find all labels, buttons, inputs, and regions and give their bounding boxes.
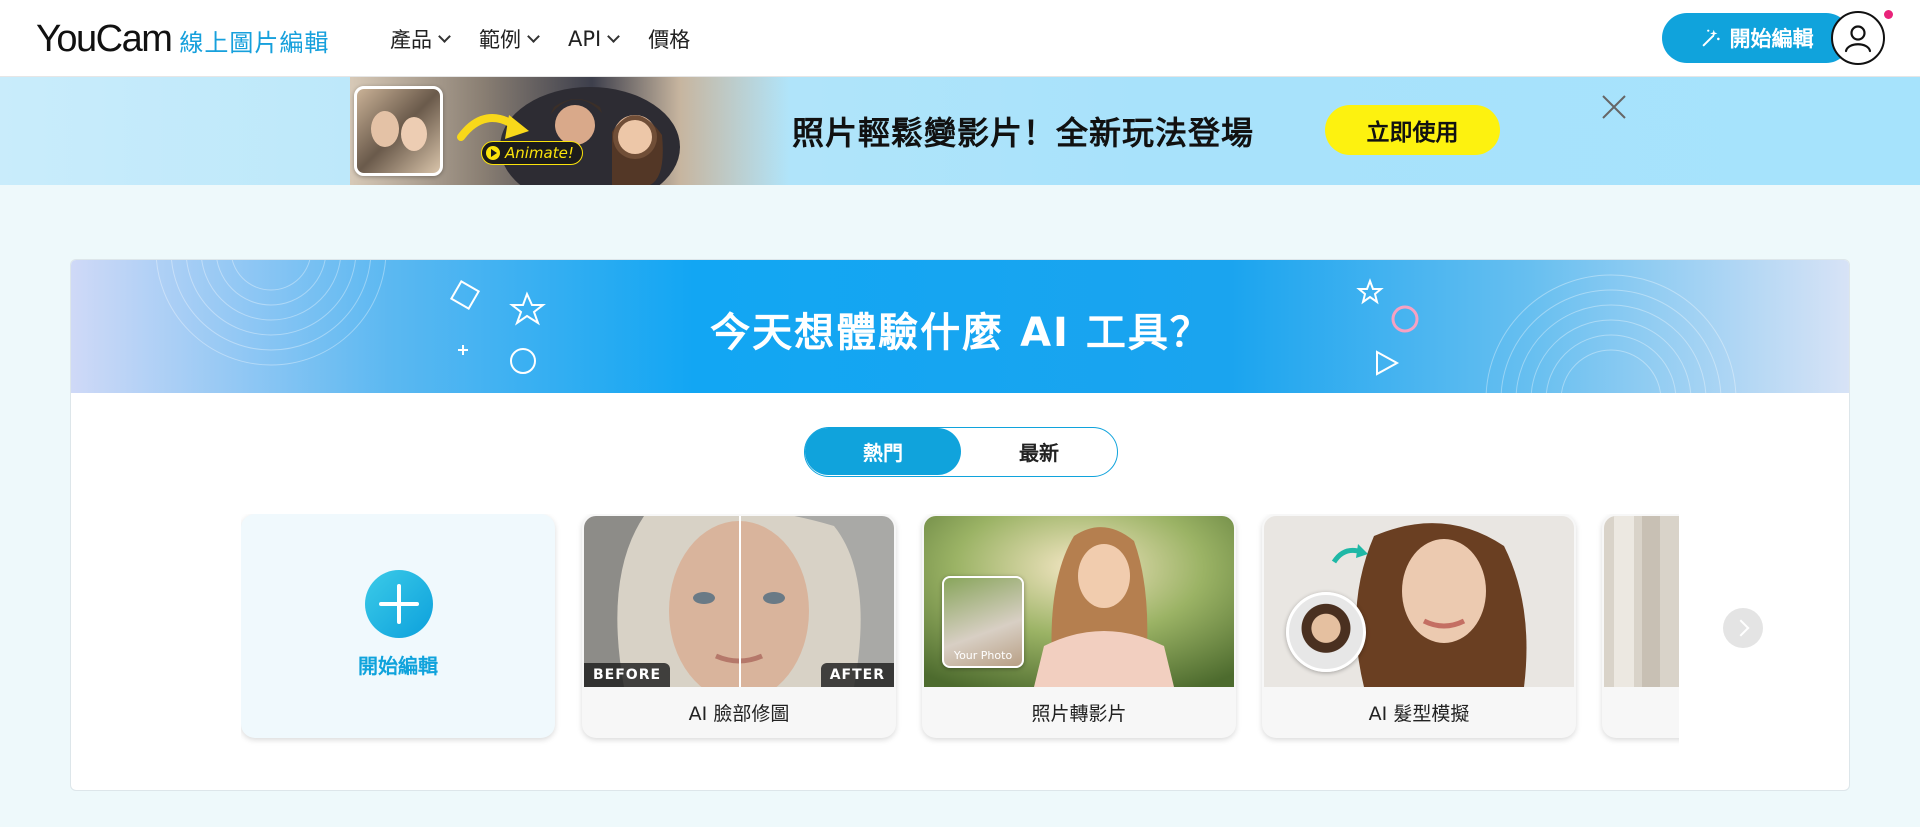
chevron-down-icon xyxy=(527,30,540,43)
tool-card-ai-hairstyle[interactable]: AI 髮型模擬 xyxy=(1262,514,1576,738)
nav-api-label: API xyxy=(568,27,602,51)
tools-hero: 今天想體驗什麼 AI 工具？ xyxy=(71,260,1849,393)
promo-banner: 照片輕鬆變影片！全新玩法登場 立即使用 xyxy=(0,77,1920,185)
promo-headline: 照片輕鬆變影片！全新玩法登場 xyxy=(792,114,1255,152)
tools-carousel: 開始編輯 BEFORE AFTER AI 臉部修圖 Your Photo 照片轉… xyxy=(241,514,1679,750)
start-editing-label: 開始編輯 xyxy=(1729,27,1814,51)
nav-products[interactable]: 產品 xyxy=(390,24,451,54)
start-editing-card[interactable]: 開始編輯 xyxy=(241,514,555,738)
before-after-divider[interactable] xyxy=(739,516,741,687)
start-editing-button[interactable]: 開始編輯 xyxy=(1662,13,1851,63)
magic-wand-icon xyxy=(1702,29,1720,47)
your-photo-label: Your Photo xyxy=(953,649,1013,662)
animate-badge-label: Animate! xyxy=(505,144,574,162)
nav-products-label: 產品 xyxy=(390,28,432,52)
tool-card-photo-to-video[interactable]: Your Photo 照片轉影片 xyxy=(922,514,1236,738)
user-icon xyxy=(1844,25,1872,53)
logo[interactable]: YouCam 線上圖片編輯 xyxy=(36,18,330,60)
play-icon xyxy=(486,146,500,160)
tool-card-ai-face-retouch[interactable]: BEFORE AFTER AI 臉部修圖 xyxy=(582,514,896,738)
animate-badge: Animate! xyxy=(481,141,583,165)
chevron-down-icon xyxy=(438,30,451,43)
tool-card-label: AI 髮型模擬 xyxy=(1368,703,1470,725)
tool-card-partial[interactable] xyxy=(1602,514,1679,738)
partial-card-image xyxy=(1604,516,1679,687)
hairstyle-image xyxy=(1264,516,1574,687)
tools-tab-toggle: 熱門 最新 xyxy=(804,427,1118,477)
nav-examples-label: 範例 xyxy=(479,28,521,52)
logo-wordmark: YouCam xyxy=(36,18,173,60)
start-editing-card-label: 開始編輯 xyxy=(358,654,438,678)
hero-title: 今天想體驗什麼 AI 工具？ xyxy=(710,310,1212,356)
photo-to-video-image: Your Photo xyxy=(924,516,1234,687)
user-avatar[interactable] xyxy=(1831,11,1885,65)
nav-pricing-label: 價格 xyxy=(648,28,691,52)
carousel-next-button[interactable] xyxy=(1723,608,1763,648)
nav-pricing[interactable]: 價格 xyxy=(648,24,690,54)
nav-examples[interactable]: 範例 xyxy=(479,24,540,54)
promo-cta-button[interactable]: 立即使用 xyxy=(1325,105,1500,155)
tab-newest[interactable]: 最新 xyxy=(961,428,1117,475)
original-face-thumbnail xyxy=(1286,592,1366,672)
tool-card-label: 照片轉影片 xyxy=(1031,703,1127,725)
nav-api[interactable]: API xyxy=(568,24,621,54)
face-retouch-image: BEFORE AFTER xyxy=(584,516,894,687)
tool-card-label: AI 臉部修圖 xyxy=(688,703,790,725)
close-icon[interactable] xyxy=(1600,93,1628,121)
ai-tools-panel: 今天想體驗什麼 AI 工具？ 熱門 最新 開始編輯 BEFORE AFTER A… xyxy=(70,259,1850,791)
chevron-down-icon xyxy=(607,30,621,43)
notification-dot xyxy=(1884,10,1893,19)
plus-icon xyxy=(365,570,433,638)
promo-thumbnail xyxy=(354,86,443,176)
your-photo-thumbnail: Your Photo xyxy=(942,576,1024,668)
after-badge: AFTER xyxy=(820,663,894,687)
logo-subtitle: 線上圖片編輯 xyxy=(179,29,330,57)
main-nav: 產品 範例 API 價格 xyxy=(390,24,690,54)
site-header: YouCam 線上圖片編輯 產品 範例 API 價格 開始編輯 xyxy=(0,0,1920,77)
tab-popular[interactable]: 熱門 xyxy=(805,428,961,475)
before-badge: BEFORE xyxy=(584,663,671,687)
